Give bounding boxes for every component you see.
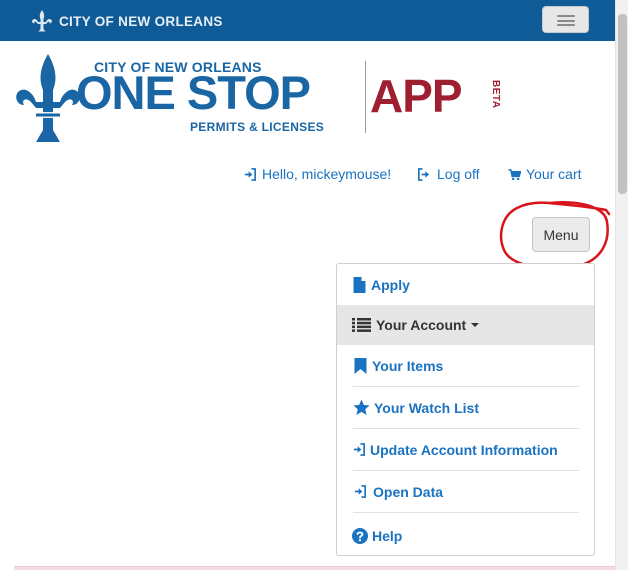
logo-beta-badge: BETA [490,80,501,109]
menu-item-help-label: Help [372,528,403,544]
hello-user-link[interactable]: Hello, mickeymouse! [244,165,391,183]
hello-user-text: Hello, mickeymouse! [262,166,392,182]
question-circle-icon [352,528,368,544]
bookmark-icon [354,357,367,374]
account-dropdown-menu: Apply Your Account Your Items Your Watch… [336,263,595,556]
scrollbar-thumb[interactable] [618,14,627,194]
alert-strip [14,566,615,570]
caret-down-icon [471,323,480,327]
your-cart-text: Your cart [526,166,582,182]
page-scrollbar[interactable] [615,0,628,570]
hamburger-icon-bar [557,19,575,22]
menu-item-apply-label: Apply [371,277,410,293]
menu-item-open-data-label: Open Data [373,483,444,500]
brand-link[interactable]: CITY OF NEW ORLEANS [30,8,223,34]
log-off-link[interactable]: Log off [417,165,480,183]
sign-in-icon [244,167,256,181]
menu-item-help[interactable]: Help [352,526,402,546]
sign-out-icon [418,167,430,181]
menu-item-update-account[interactable]: Update Account Information [353,429,579,471]
menu-button[interactable]: Menu [532,217,590,252]
menu-item-your-items-label: Your Items [372,357,444,374]
menu-item-watch-list[interactable]: Your Watch List [353,387,579,429]
top-navbar: CITY OF NEW ORLEANS [0,0,615,41]
hamburger-icon-bar [557,15,575,17]
brand-text: CITY OF NEW ORLEANS [59,13,223,29]
menu-item-apply[interactable]: Apply [352,275,410,295]
menu-item-your-items[interactable]: Your Items [353,345,579,387]
shopping-cart-icon [508,168,521,180]
logo-divider [365,61,366,133]
hamburger-icon-bar [557,24,575,26]
menu-item-update-account-label: Update Account Information [370,441,558,458]
logo-permits-text: PERMITS & LICENSES [190,120,325,134]
list-icon [352,318,371,332]
fleur-de-lis-logo-icon [16,54,80,142]
sign-in-icon [354,485,366,498]
your-cart-link[interactable]: Your cart [508,165,582,183]
logo-one-stop-text: ONE STOP [76,66,311,119]
menu-section-your-account[interactable]: Your Account [337,305,594,345]
fleur-de-lis-icon [32,10,52,32]
menu-item-watch-list-label: Your Watch List [374,399,479,416]
file-icon [353,277,366,293]
sign-in-icon [353,443,365,456]
menu-item-open-data[interactable]: Open Data [353,471,579,513]
one-stop-logo[interactable]: CITY OF NEW ORLEANS ONE STOP PERMITS & L… [14,52,514,152]
menu-button-label: Menu [543,226,579,243]
logo-app-text: APP [370,70,463,122]
log-off-text: Log off [437,166,480,182]
navbar-toggle-button[interactable] [542,6,589,33]
star-icon [353,399,370,415]
menu-section-your-account-label: Your Account [376,317,467,333]
